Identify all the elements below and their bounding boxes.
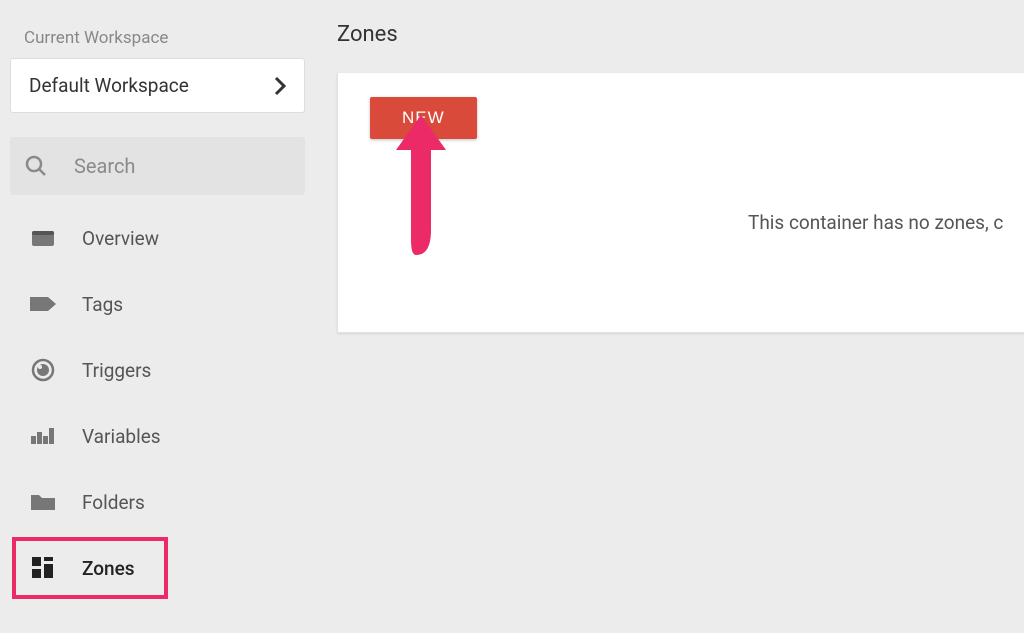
nav-item-zones[interactable]: Zones [10,535,170,601]
chevron-right-icon [274,76,286,96]
zones-card: NEW This container has no zones, c [337,73,1024,333]
tag-icon [30,291,56,317]
new-button[interactable]: NEW [370,97,477,139]
workspace-label: Current Workspace [10,28,305,48]
nav-label: Zones [82,557,135,580]
nav-label: Overview [82,227,159,250]
main-content: Zones NEW This container has no zones, c [315,0,1024,633]
nav-label: Triggers [82,359,151,382]
search-input[interactable]: Search [10,137,305,195]
workspace-selector[interactable]: Default Workspace [10,58,305,113]
search-placeholder: Search [74,154,135,178]
nav-list: Overview Tags Triggers Variables Folders [10,205,305,601]
nav-item-folders[interactable]: Folders [10,469,305,535]
folder-icon [30,489,56,515]
nav-label: Variables [82,425,161,448]
overview-icon [30,225,56,251]
page-title: Zones [337,22,1024,47]
nav-item-overview[interactable]: Overview [10,205,305,271]
nav-label: Folders [82,491,145,514]
nav-label: Tags [82,293,123,316]
zones-icon [30,555,56,581]
trigger-icon [30,357,56,383]
nav-item-triggers[interactable]: Triggers [10,337,305,403]
nav-item-variables[interactable]: Variables [10,403,305,469]
empty-state-text: This container has no zones, c [748,211,1003,234]
workspace-name: Default Workspace [29,74,189,97]
sidebar: Current Workspace Default Workspace Sear… [0,0,315,633]
search-icon [24,154,48,178]
variables-icon [30,423,56,449]
nav-item-tags[interactable]: Tags [10,271,305,337]
